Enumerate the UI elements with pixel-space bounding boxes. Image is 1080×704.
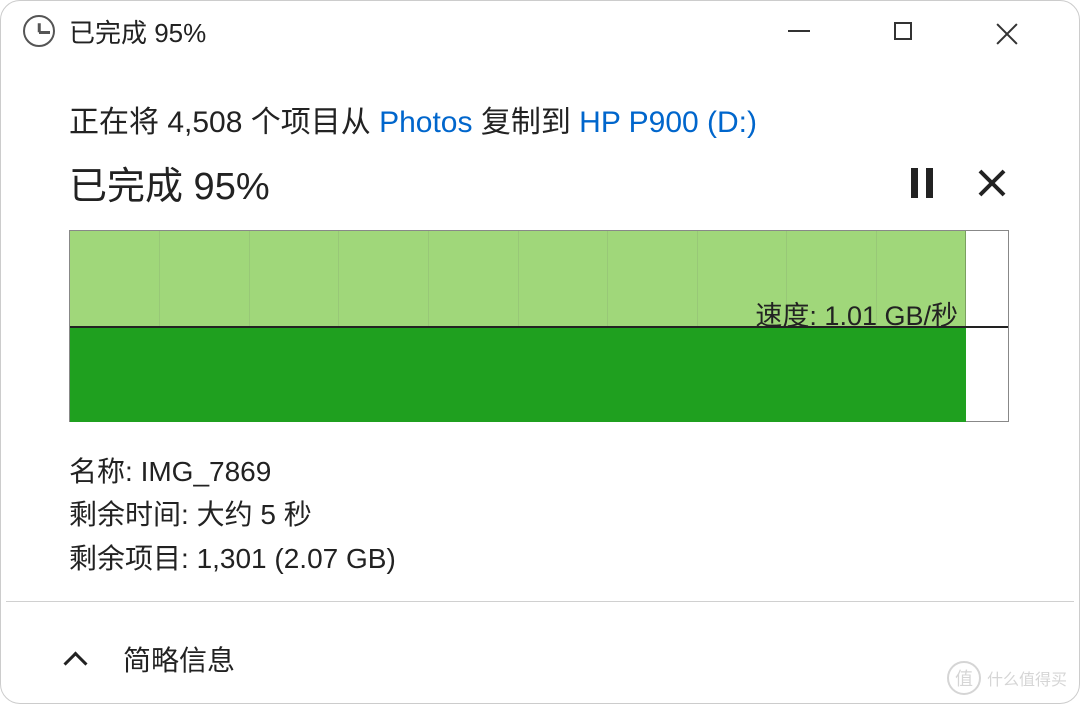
detail-items: 剩余项目: 1,301 (2.07 GB) — [69, 537, 1011, 580]
speed-chart: 速度: 1.01 GB/秒 — [69, 230, 1009, 422]
pause-button[interactable] — [911, 168, 933, 198]
close-icon — [996, 20, 1018, 42]
destination-link[interactable]: HP P900 (D:) — [579, 106, 757, 139]
clock-icon — [23, 15, 55, 47]
copy-prefix: 正在将 4,508 个项目从 — [69, 106, 379, 139]
detail-time: 剩余时间: 大约 5 秒 — [69, 493, 1011, 536]
action-buttons — [911, 168, 1011, 198]
separator-line — [6, 601, 1074, 602]
copy-middle: 复制到 — [472, 106, 579, 139]
watermark: 值 什么值得买 — [947, 661, 1067, 695]
details-toggle[interactable]: 简略信息 — [1, 615, 1079, 703]
source-link[interactable]: Photos — [379, 106, 472, 139]
speed-value: 速度: 1.01 GB/秒 — [755, 294, 958, 333]
minimize-button[interactable] — [763, 11, 835, 51]
close-button[interactable] — [971, 11, 1043, 51]
detail-name: 名称: IMG_7869 — [69, 450, 1011, 493]
window-controls — [763, 11, 1055, 51]
progress-label: 已完成 95% — [69, 155, 270, 210]
title-bar: 已完成 95% — [1, 1, 1079, 61]
watermark-badge: 值 — [947, 661, 981, 695]
transfer-details: 名称: IMG_7869 剩余时间: 大约 5 秒 剩余项目: 1,301 (2… — [69, 450, 1011, 580]
progress-row: 已完成 95% — [69, 155, 1011, 210]
window-title: 已完成 95% — [69, 13, 206, 50]
chevron-up-icon — [65, 647, 89, 671]
minimize-icon — [788, 30, 810, 32]
cancel-button[interactable] — [979, 170, 1005, 196]
toggle-label: 简略信息 — [123, 639, 235, 679]
maximize-icon — [894, 22, 912, 40]
watermark-text: 什么值得买 — [987, 666, 1067, 690]
copy-description: 正在将 4,508 个项目从 Photos 复制到 HP P900 (D:) — [69, 97, 1011, 141]
dialog-content: 正在将 4,508 个项目从 Photos 复制到 HP P900 (D:) 已… — [1, 61, 1079, 580]
maximize-button[interactable] — [867, 11, 939, 51]
chart-lower-fill — [70, 327, 966, 422]
